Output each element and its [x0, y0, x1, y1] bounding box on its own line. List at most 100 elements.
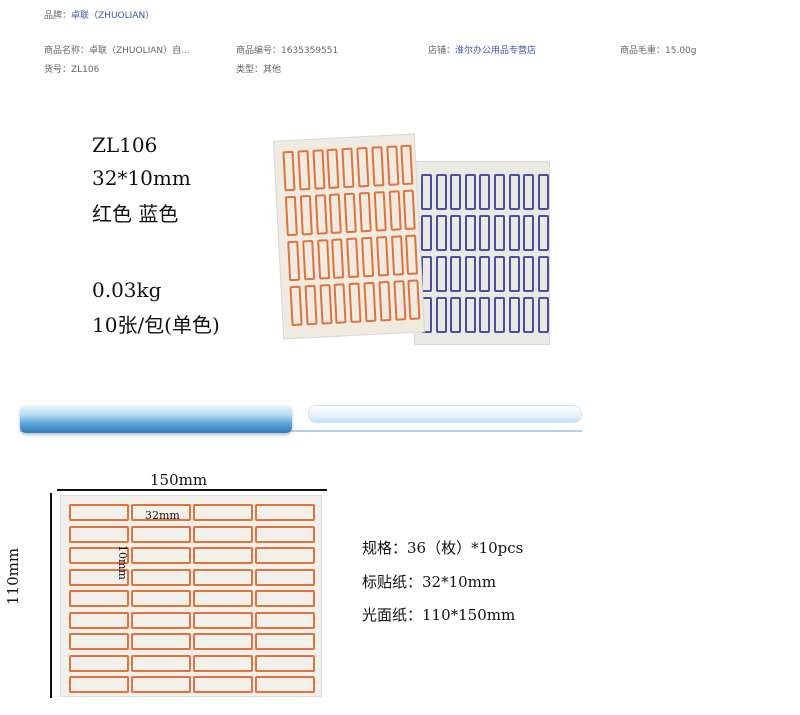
- sticker-label: [255, 654, 315, 672]
- sticker-label: [289, 285, 303, 327]
- sticker-label: [193, 568, 253, 586]
- sticker-label: [341, 147, 355, 189]
- sticker-label: [358, 191, 372, 233]
- sticker-label: [333, 283, 347, 324]
- sticker-label: [193, 590, 253, 607]
- sticker-label: [371, 146, 385, 187]
- sticker-label: [255, 547, 315, 564]
- sticker-label: [329, 193, 343, 234]
- sticker-label: [346, 237, 360, 279]
- sticker-label: [255, 611, 315, 629]
- sticker-label: [388, 190, 402, 231]
- sticker-label: [494, 256, 505, 292]
- sticker-label: [361, 236, 375, 278]
- sticker-label: [131, 547, 191, 564]
- brand-link[interactable]: 卓联（ZHUOLIAN）: [71, 11, 154, 21]
- width-label: 150mm: [150, 471, 208, 489]
- sticker-label: [287, 240, 301, 282]
- sticker-label: [304, 284, 318, 326]
- red-label-sheet: [272, 133, 426, 340]
- sticker-label: [508, 256, 520, 292]
- product-size: 32*10mm: [92, 166, 191, 190]
- sticker-label: [373, 191, 387, 232]
- sticker-label: [282, 150, 296, 192]
- sku-attr: 货号：ZL106: [44, 65, 100, 75]
- sticker-label: [356, 146, 370, 188]
- sticker-label: [297, 150, 311, 191]
- sticker-label: [450, 297, 462, 333]
- sticker-label: [131, 611, 191, 629]
- sticker-label: [479, 256, 491, 292]
- sticker-label: [312, 149, 326, 190]
- product-id-attr: 商品编号：1635359551: [236, 46, 339, 56]
- sticker-label: [479, 174, 491, 210]
- weight-attr: 商品毛重：15.00g: [620, 46, 697, 56]
- sticker-label: [421, 215, 432, 251]
- sticker-label: [193, 654, 253, 672]
- sticker-label: [537, 297, 549, 333]
- sticker-label: [131, 525, 191, 543]
- sticker-label: [479, 215, 491, 251]
- sticker-label: [523, 297, 535, 333]
- sticker-label: [69, 611, 129, 629]
- sticker-label: [537, 256, 549, 292]
- sticker-label: [494, 174, 505, 210]
- type-attr: 类型：其他: [236, 65, 282, 75]
- sticker-label: [390, 235, 404, 276]
- sticker-label: [494, 215, 505, 251]
- sticker-label: [255, 568, 315, 586]
- width-dimension-line: [57, 489, 327, 491]
- sticker-label: [255, 676, 315, 693]
- sticker-label: [69, 676, 129, 693]
- sticker-label: [69, 525, 129, 543]
- sticker-label: [69, 654, 129, 672]
- blue-label-sheet: [414, 161, 550, 345]
- sticker-label: [464, 215, 476, 251]
- sticker-label: [403, 189, 417, 231]
- sticker-label: [400, 144, 414, 186]
- shop-attr: 店铺：淮尔办公用品专营店: [428, 43, 536, 56]
- sticker-label: [131, 676, 191, 693]
- product-colors: 红色 蓝色: [92, 202, 179, 226]
- sticker-label: [464, 297, 476, 333]
- sticker-label: [193, 504, 253, 521]
- sticker-label: [392, 280, 407, 321]
- sticker-label: [131, 568, 191, 586]
- sticker-label: [255, 633, 315, 650]
- sticker-label: [255, 590, 315, 607]
- height-label: 110mm: [4, 547, 22, 605]
- sticker-label: [348, 282, 362, 324]
- sticker-label: [435, 174, 447, 210]
- product-weight: 0.03kg: [92, 278, 162, 302]
- sticker-label: [319, 284, 333, 325]
- divider-bar-left: [20, 405, 292, 433]
- height-dimension-line: [50, 493, 52, 698]
- sticker-label: [508, 297, 520, 333]
- spec-gloss-paper: 光面纸：110*150mm: [362, 606, 516, 624]
- spec-count: 规格：36（枚）*10pcs: [362, 539, 524, 557]
- sticker-label: [421, 174, 432, 210]
- spec-label-paper: 标贴纸：32*10mm: [362, 573, 497, 591]
- sticker-label: [284, 195, 298, 237]
- label-height-text: 10mm: [116, 545, 129, 580]
- product-pack: 10张/包(单色): [92, 313, 220, 337]
- shop-link[interactable]: 淮尔办公用品专营店: [455, 46, 536, 56]
- sticker-label: [331, 238, 345, 279]
- sticker-label: [494, 297, 505, 333]
- sticker-label: [385, 145, 399, 186]
- sticker-label: [537, 174, 549, 210]
- brand-label: 品牌：: [44, 11, 72, 21]
- sticker-label: [343, 192, 357, 234]
- sticker-label: [479, 297, 491, 333]
- brand-row: 品牌：卓联（ZHUOLIAN）: [44, 8, 154, 21]
- sticker-label: [407, 279, 421, 320]
- sticker-label: [523, 256, 535, 292]
- sticker-label: [435, 297, 447, 333]
- sticker-label: [193, 525, 253, 543]
- sticker-label: [523, 215, 535, 251]
- sticker-label: [314, 194, 328, 235]
- sticker-label: [193, 676, 253, 693]
- divider-bar-right: [308, 405, 582, 423]
- sticker-label: [193, 633, 253, 650]
- sticker-label: [523, 174, 535, 210]
